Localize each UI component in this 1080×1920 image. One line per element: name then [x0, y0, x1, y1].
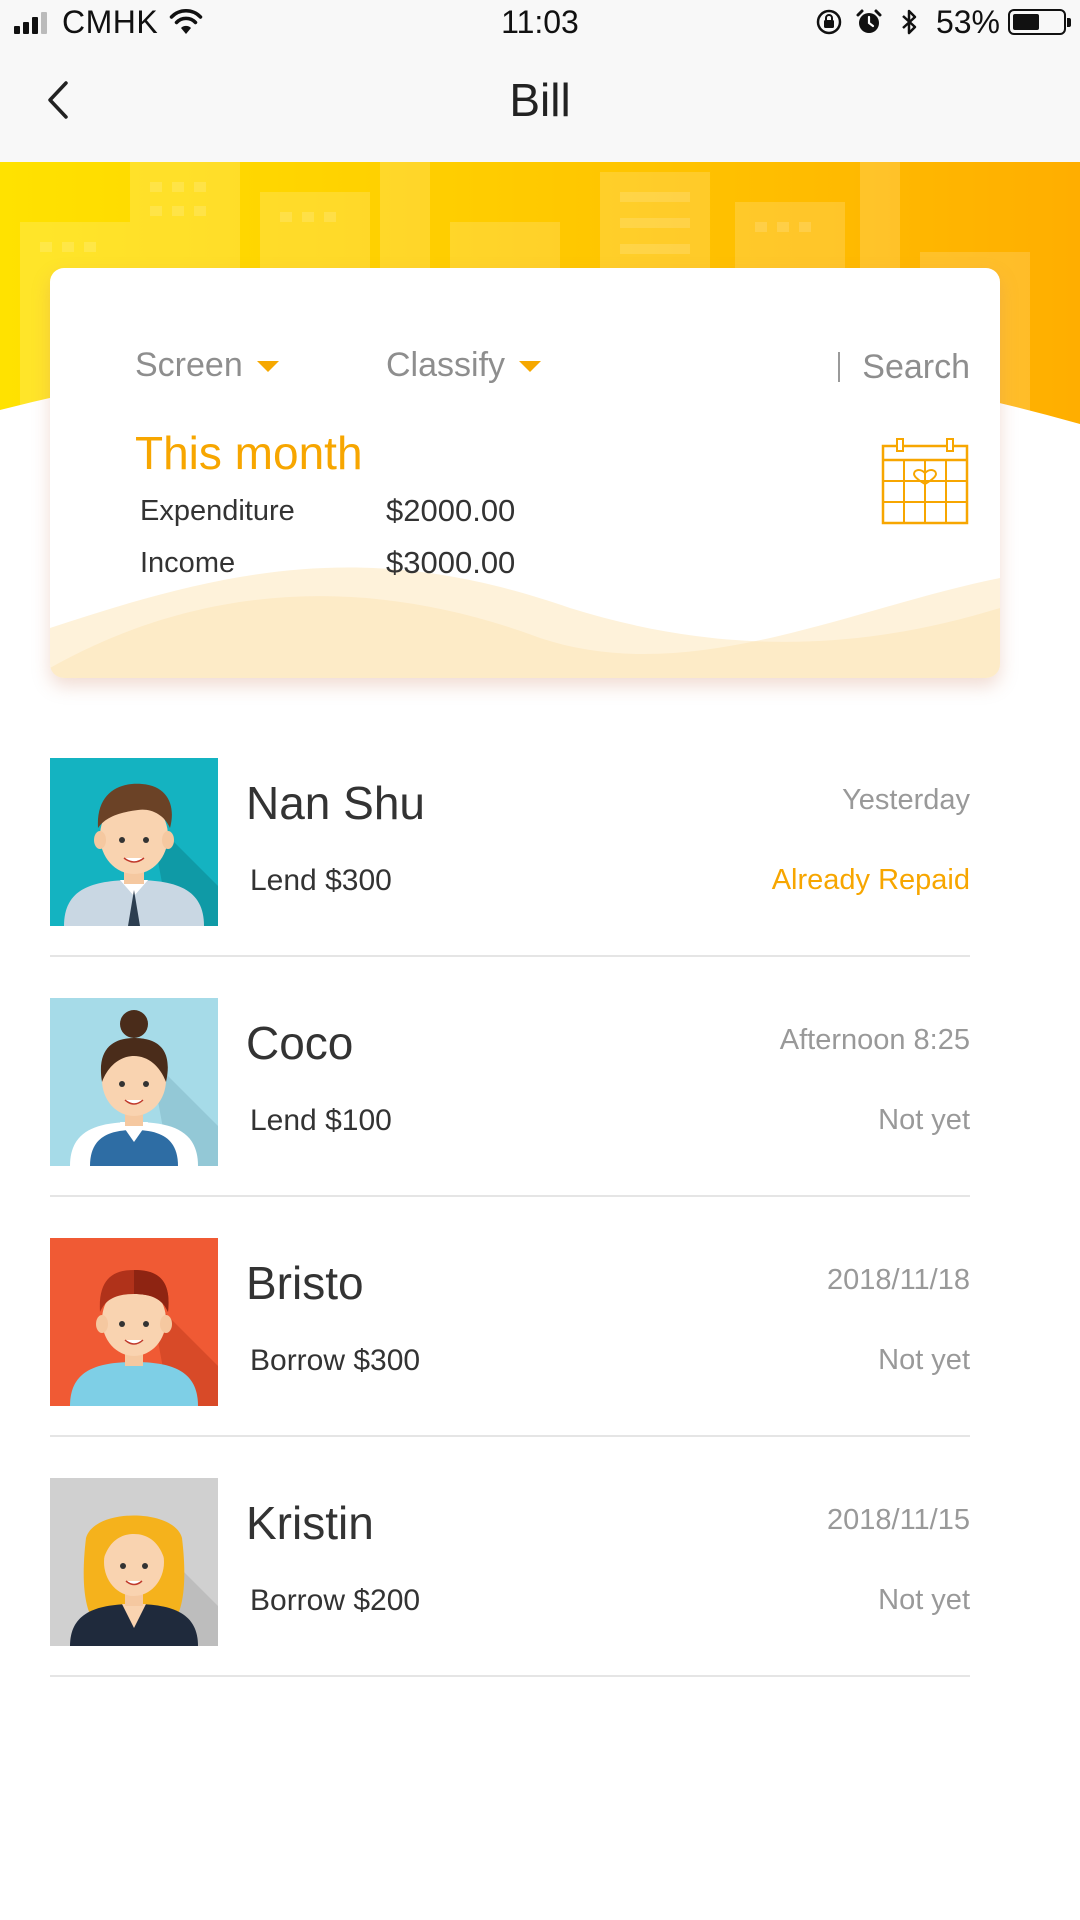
battery-icon [1008, 9, 1071, 35]
repayment-status: Already Repaid [771, 864, 970, 896]
repayment-status: Not yet [878, 1104, 970, 1136]
classify-filter-label: Classify [386, 345, 506, 384]
income-label: Income [140, 547, 236, 579]
avatar [50, 1238, 218, 1406]
contact-name: Nan Shu [246, 777, 426, 829]
period-title: This month [135, 427, 363, 479]
caret-down-icon [519, 360, 542, 372]
transaction-list: Nan Shu Lend $300 Yesterday Already Repa… [50, 758, 970, 1718]
transaction-detail: Lend $300 [250, 864, 392, 897]
contact-name: Kristin [246, 1497, 374, 1549]
avatar [50, 758, 218, 926]
contact-name: Bristo [246, 1257, 364, 1309]
search-button[interactable]: Search [838, 342, 970, 392]
transaction-date: Afternoon 8:25 [779, 1024, 970, 1056]
transaction-detail: Borrow $200 [250, 1584, 421, 1617]
row-divider [50, 1195, 970, 1197]
bluetooth-icon [902, 9, 917, 35]
man-avatar-icon [50, 1238, 218, 1406]
contact-name: Coco [246, 1017, 354, 1069]
man-avatar-icon [50, 758, 218, 926]
woman-avatar-icon [50, 998, 218, 1166]
row-divider [50, 1435, 970, 1437]
calendar-button[interactable] [880, 436, 970, 526]
alarm-icon [856, 9, 882, 33]
transaction-row[interactable]: Nan Shu Lend $300 Yesterday Already Repa… [50, 758, 970, 998]
summary-card: Screen Classify Search This month Expend… [50, 268, 1000, 678]
transaction-row[interactable]: Coco Lend $100 Afternoon 8:25 Not yet [50, 998, 970, 1238]
expenditure-label: Expenditure [140, 495, 295, 527]
transaction-date: Yesterday [842, 784, 970, 816]
row-divider [50, 1675, 970, 1677]
page-title: Bill [509, 74, 571, 126]
orientation-lock-icon [816, 9, 842, 35]
woman-avatar-icon [50, 1478, 218, 1646]
screen-filter-label: Screen [135, 345, 243, 384]
transaction-row[interactable]: Bristo Borrow $300 2018/11/18 Not yet [50, 1238, 970, 1478]
calendar-icon [881, 438, 969, 525]
transaction-row[interactable]: Kristin Borrow $200 2018/11/15 Not yet [50, 1478, 970, 1718]
repayment-status: Not yet [878, 1344, 970, 1376]
transaction-date: 2018/11/15 [827, 1504, 970, 1536]
battery-percent: 53% [935, 3, 1000, 40]
status-bar: CMHK 11:03 53% [0, 0, 1080, 44]
transaction-date: 2018/11/18 [827, 1264, 970, 1296]
avatar [50, 998, 218, 1166]
caret-down-icon [256, 360, 279, 372]
transaction-detail: Lend $100 [250, 1104, 392, 1137]
repayment-status: Not yet [878, 1584, 970, 1616]
screen-filter-dropdown[interactable]: Screen [135, 340, 279, 390]
search-separator [838, 352, 841, 382]
transaction-detail: Borrow $300 [250, 1344, 421, 1377]
battery-level [1013, 14, 1039, 30]
income-value: $3000.00 [386, 545, 516, 580]
expenditure-value: $2000.00 [386, 493, 516, 528]
row-divider [50, 955, 970, 957]
status-right: 53% [804, 2, 1071, 42]
avatar [50, 1478, 218, 1646]
search-label: Search [862, 347, 970, 386]
classify-filter-dropdown[interactable]: Classify [386, 340, 542, 390]
nav-bar: Bill [0, 44, 1080, 162]
